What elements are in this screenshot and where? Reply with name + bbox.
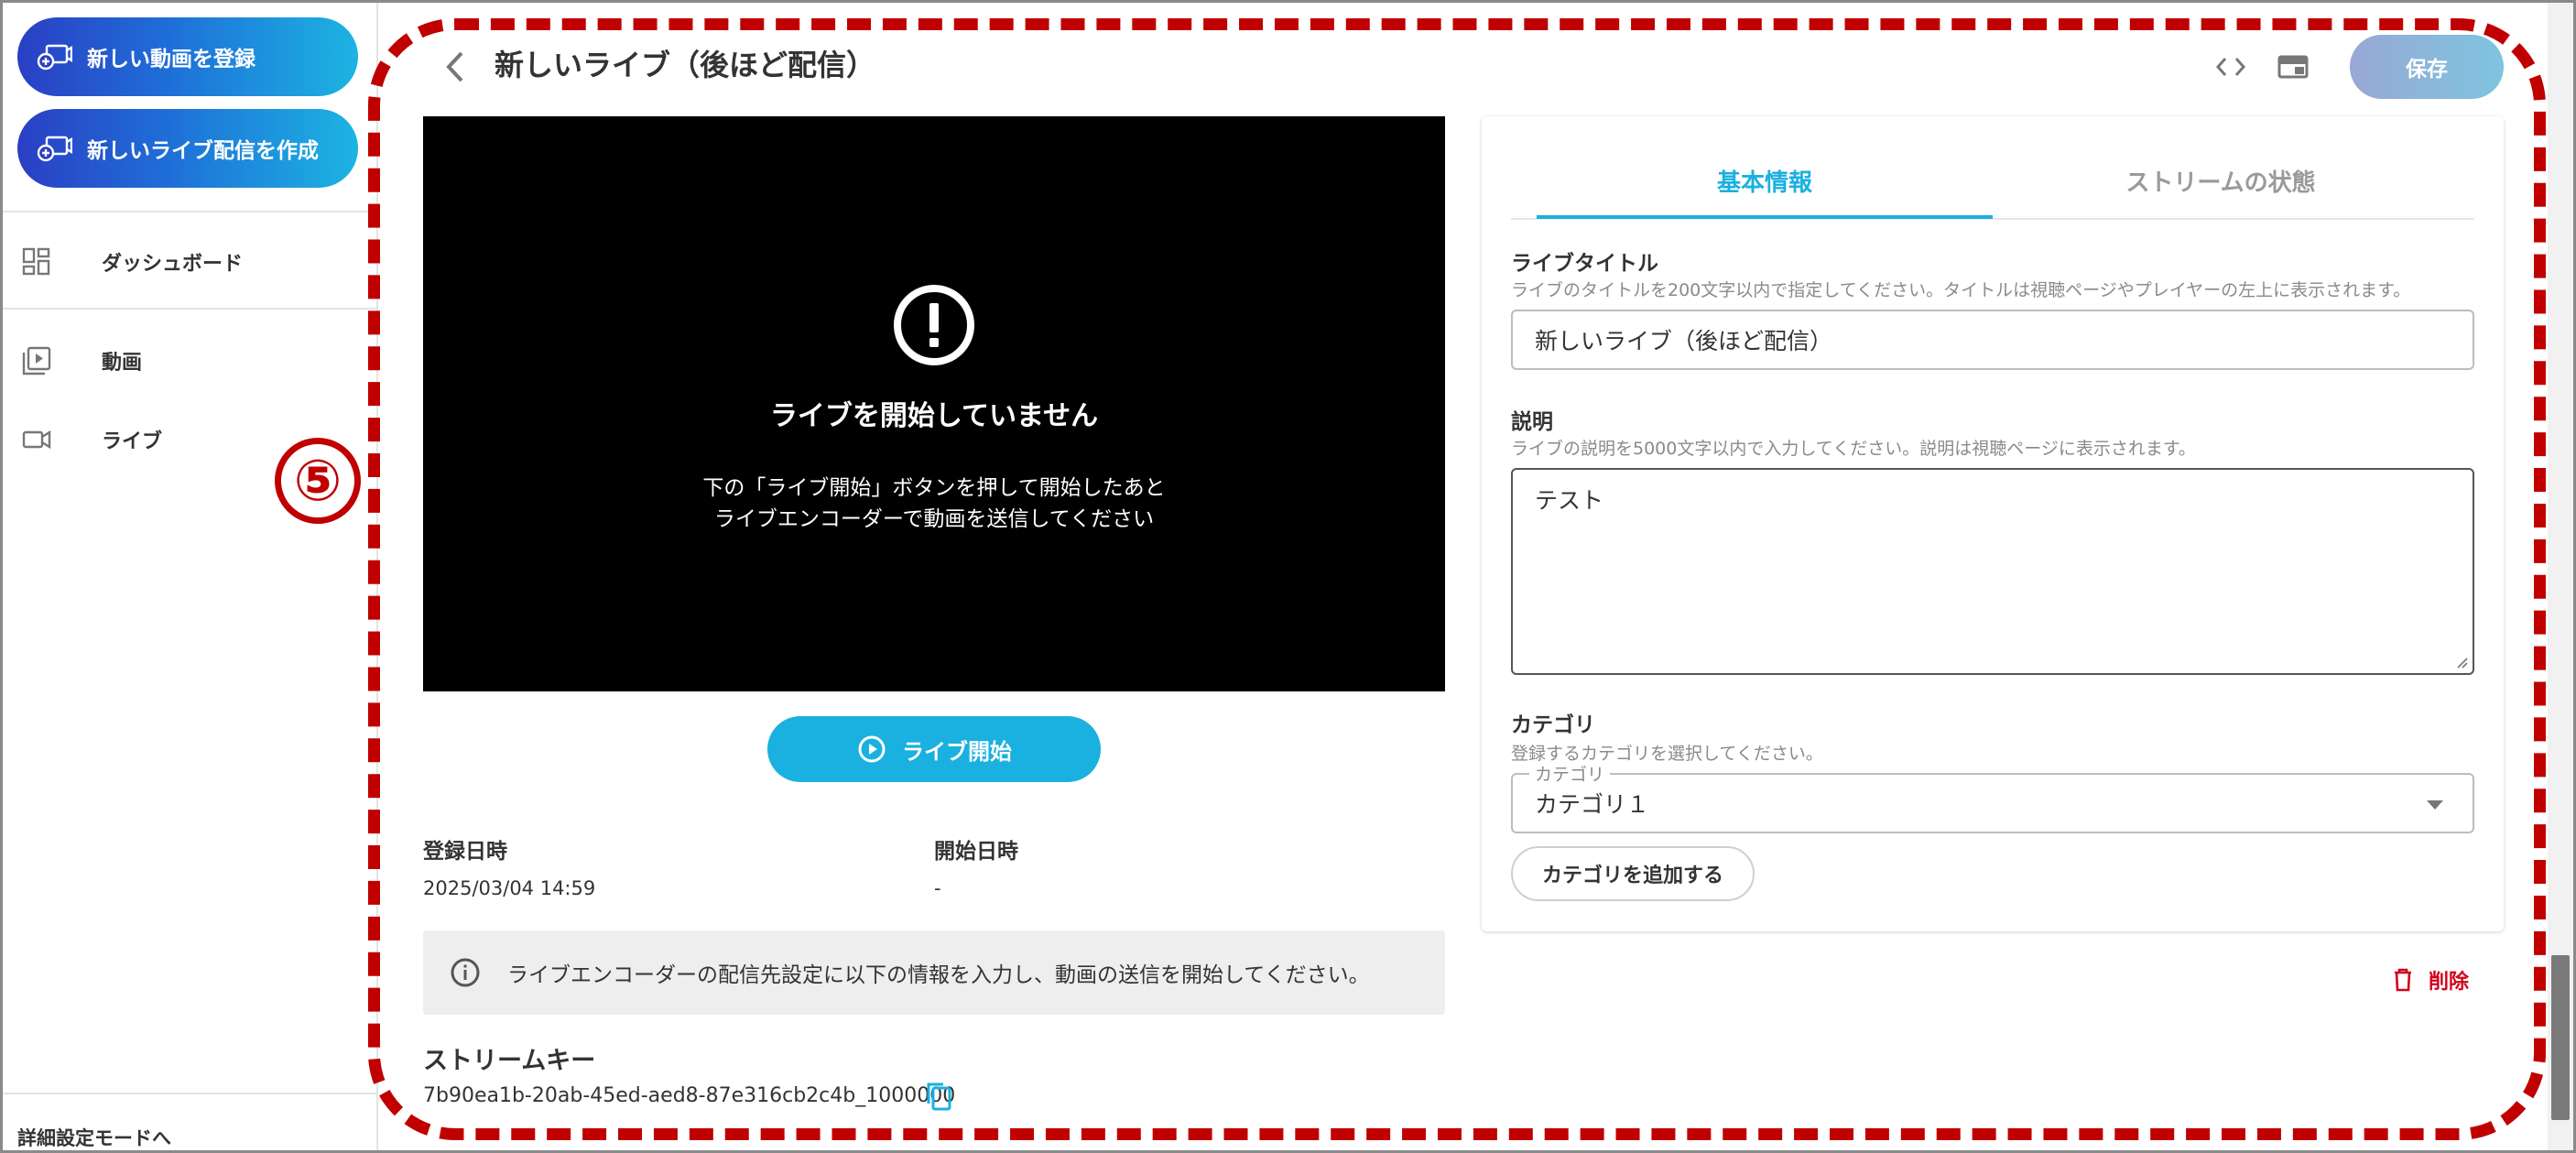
add-video-icon (37, 44, 72, 71)
advanced-mode-link[interactable]: 詳細設定モードへ (17, 1124, 171, 1151)
start-date-value: - (934, 877, 941, 899)
dropdown-arrow-icon (2427, 800, 2443, 810)
sidebar-item-label: ライブ (102, 430, 163, 453)
delete-button-label: 削除 (2429, 971, 2470, 994)
trash-icon (2395, 968, 2411, 992)
active-tab-indicator (1537, 215, 1993, 219)
scrollbar-thumb[interactable] (2551, 955, 2570, 1120)
description-text: テスト (1535, 487, 1604, 514)
new-video-button-label: 新しい動画を登録 (87, 48, 255, 71)
sidebar: 新しい動画を登録 新しいライブ配信を作成 ダッシュボード 動画 ライブ 詳細設定… (3, 3, 378, 1150)
sidebar-divider (3, 308, 376, 310)
new-live-button[interactable]: 新しいライブ配信を作成 (17, 109, 358, 188)
video-library-icon (22, 346, 51, 375)
info-notice-text: ライブエンコーダーの配信先設定に以下の情報を入力し、動画の送信を開始してください… (507, 963, 1370, 987)
alert-icon (894, 285, 974, 365)
tab-stream-status[interactable]: ストリームの状態 (1993, 164, 2449, 198)
layout-icon[interactable] (2277, 53, 2310, 81)
start-date-label: 開始日時 (934, 840, 1018, 864)
category-field-label: カテゴリ (1529, 761, 1611, 786)
player-status-description: ライブエンコーダーで動画を送信してください (713, 507, 1155, 531)
start-live-button[interactable]: ライブ開始 (767, 716, 1101, 782)
add-category-button[interactable]: カテゴリを追加する (1511, 846, 1755, 901)
sidebar-divider (3, 1093, 376, 1094)
delete-button[interactable]: 削除 (2392, 965, 2469, 995)
sidebar-item-label: ダッシュボード (102, 253, 244, 276)
description-textarea[interactable]: テスト (1511, 468, 2474, 675)
info-icon (451, 958, 480, 987)
add-live-icon (37, 136, 72, 162)
player-status-title: ライブを開始していません (769, 400, 1099, 432)
dashboard-icon (22, 247, 50, 276)
registered-date-label: 登録日時 (423, 840, 507, 864)
live-title-label: ライブタイトル (1511, 252, 1658, 276)
sidebar-item-label: 動画 (102, 352, 143, 375)
page-title: 新しいライブ（後ほど配信） (495, 48, 876, 82)
live-title-input[interactable]: 新しいライブ（後ほど配信） (1511, 310, 2474, 370)
category-label: カテゴリ (1511, 713, 1595, 737)
settings-panel: 基本情報 ストリームの状態 ライブタイトル ライブのタイトルを200文字以内で指… (1482, 116, 2504, 931)
new-live-button-label: 新しいライブ配信を作成 (87, 139, 319, 163)
scrollbar[interactable] (2548, 3, 2573, 1150)
sidebar-divider (3, 211, 376, 212)
chevron-left-icon[interactable] (436, 46, 473, 88)
registered-date-value: 2025/03/04 14:59 (423, 877, 596, 899)
description-help: ライブの説明を5000文字以内で入力してください。説明は視聴ページに表示されます… (1511, 439, 2196, 459)
stream-key-label: ストリームキー (423, 1047, 596, 1075)
copy-icon[interactable] (925, 1081, 952, 1112)
play-circle-icon (858, 735, 886, 763)
live-title-help: ライブのタイトルを200文字以内で指定してください。タイトルは視聴ページやプレイ… (1511, 280, 2411, 300)
new-video-button[interactable]: 新しい動画を登録 (17, 17, 358, 96)
tab-basic-info[interactable]: 基本情報 (1537, 164, 1993, 198)
videocam-icon (22, 430, 51, 450)
info-notice: ライブエンコーダーの配信先設定に以下の情報を入力し、動画の送信を開始してください… (423, 930, 1445, 1015)
category-select[interactable]: カテゴリ カテゴリ１ (1511, 761, 2474, 833)
stream-key-value: 7b90ea1b-20ab-45ed-aed8-87e316cb2c4b_100… (423, 1084, 956, 1107)
annotation-number: ⑤ (275, 438, 361, 524)
save-button[interactable]: 保存 (2350, 35, 2504, 99)
player-status-description: 下の「ライブ開始」ボタンを押して開始したあと (702, 476, 1166, 500)
sidebar-item-videos[interactable]: 動画 (3, 333, 376, 388)
sidebar-item-dashboard[interactable]: ダッシュボード (3, 234, 376, 289)
start-live-button-label: ライブ開始 (902, 738, 1012, 765)
description-label: 説明 (1511, 410, 1553, 434)
code-icon[interactable] (2214, 53, 2247, 81)
category-selected-value: カテゴリ１ (1535, 791, 1650, 818)
resize-handle-icon[interactable] (2454, 655, 2469, 669)
video-player: ライブを開始していません 下の「ライブ開始」ボタンを押して開始したあと ライブエ… (423, 116, 1445, 691)
